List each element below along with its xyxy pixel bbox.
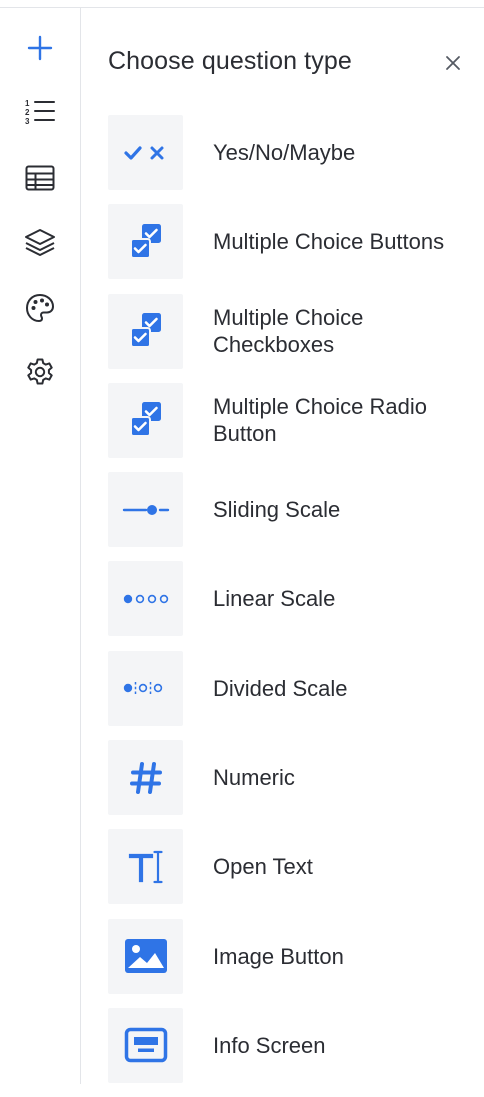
question-type-label: Numeric [213,765,295,791]
question-type-label: Sliding Scale [213,497,341,523]
svg-text:3: 3 [25,117,30,126]
question-type-tile [108,1007,183,1083]
close-icon [446,56,460,70]
question-type-image-button[interactable]: Image Button [108,918,468,994]
dots-scale-icon [123,594,168,604]
question-type-label: Multiple Choice Radio Button [213,394,427,447]
question-type-tile [108,650,183,726]
divided-dots-icon [123,682,162,695]
question-type-label: Open Text [213,854,313,880]
question-type-label: Multiple Choice Checkboxes [213,305,364,358]
layers-icon [25,229,55,256]
question-list-button[interactable]: 123 [20,92,60,132]
question-type-tile [108,918,183,994]
table-icon [25,165,55,191]
svg-text:1: 1 [25,99,30,108]
question-type-tile [108,561,183,637]
layers-button[interactable] [20,223,60,263]
question-type-multiple-choice-radio-button[interactable]: Multiple Choice Radio Button [108,382,468,458]
add-question-button[interactable] [20,28,60,68]
question-type-multiple-choice-checkboxes[interactable]: Multiple Choice Checkboxes [108,293,468,369]
question-type-open-text[interactable]: Open Text [108,829,468,905]
table-button[interactable] [20,158,60,198]
question-type-yes-no-maybe[interactable]: Yes/No/Maybe [108,115,468,190]
numbered-list-icon: 123 [25,99,55,126]
text-cursor-icon [128,850,163,883]
multi-check-icon [129,313,161,349]
question-type-numeric[interactable]: Numeric [108,740,468,816]
svg-text:2: 2 [25,108,30,117]
question-type-tile [108,740,183,816]
question-type-list: Yes/No/Maybe Multiple Choice Buttons Mul… [108,115,468,1097]
info-screen-icon [124,1028,167,1063]
hash-icon [129,761,162,794]
question-type-label: Info Screen [213,1032,326,1058]
question-type-tile [108,472,183,548]
multi-check-icon [129,402,161,438]
left-toolbar: 123 [0,8,81,1084]
close-button[interactable] [438,48,468,78]
question-type-label: Image Button [213,943,344,969]
gear-icon [27,358,53,385]
question-type-tile [108,293,183,369]
image-icon [124,939,167,974]
question-type-panel: Choose question type Yes/No/Maybe Multip… [81,8,484,1084]
question-type-label: Multiple Choice Buttons [213,229,445,255]
palette-icon [25,293,55,323]
question-type-tile [108,204,183,280]
check-cross-icon [123,145,163,160]
multi-check-icon [129,223,161,259]
question-type-tile [108,382,183,458]
panel-title: Choose question type [108,47,352,75]
settings-button[interactable] [20,352,60,392]
question-type-label: Divided Scale [213,675,348,701]
plus-icon [27,35,53,61]
question-type-tile [108,829,183,905]
question-type-label: Yes/No/Maybe [213,140,356,165]
question-type-label: Linear Scale [213,586,336,612]
question-type-multiple-choice-buttons[interactable]: Multiple Choice Buttons [108,204,468,280]
question-type-sliding-scale[interactable]: Sliding Scale [108,472,468,548]
theme-button[interactable] [20,288,60,328]
slider-icon [122,504,169,515]
question-type-tile [108,115,183,190]
question-type-divided-scale[interactable]: Divided Scale [108,650,468,726]
question-type-info-screen[interactable]: Info Screen [108,1007,468,1083]
question-type-linear-scale[interactable]: Linear Scale [108,561,468,637]
